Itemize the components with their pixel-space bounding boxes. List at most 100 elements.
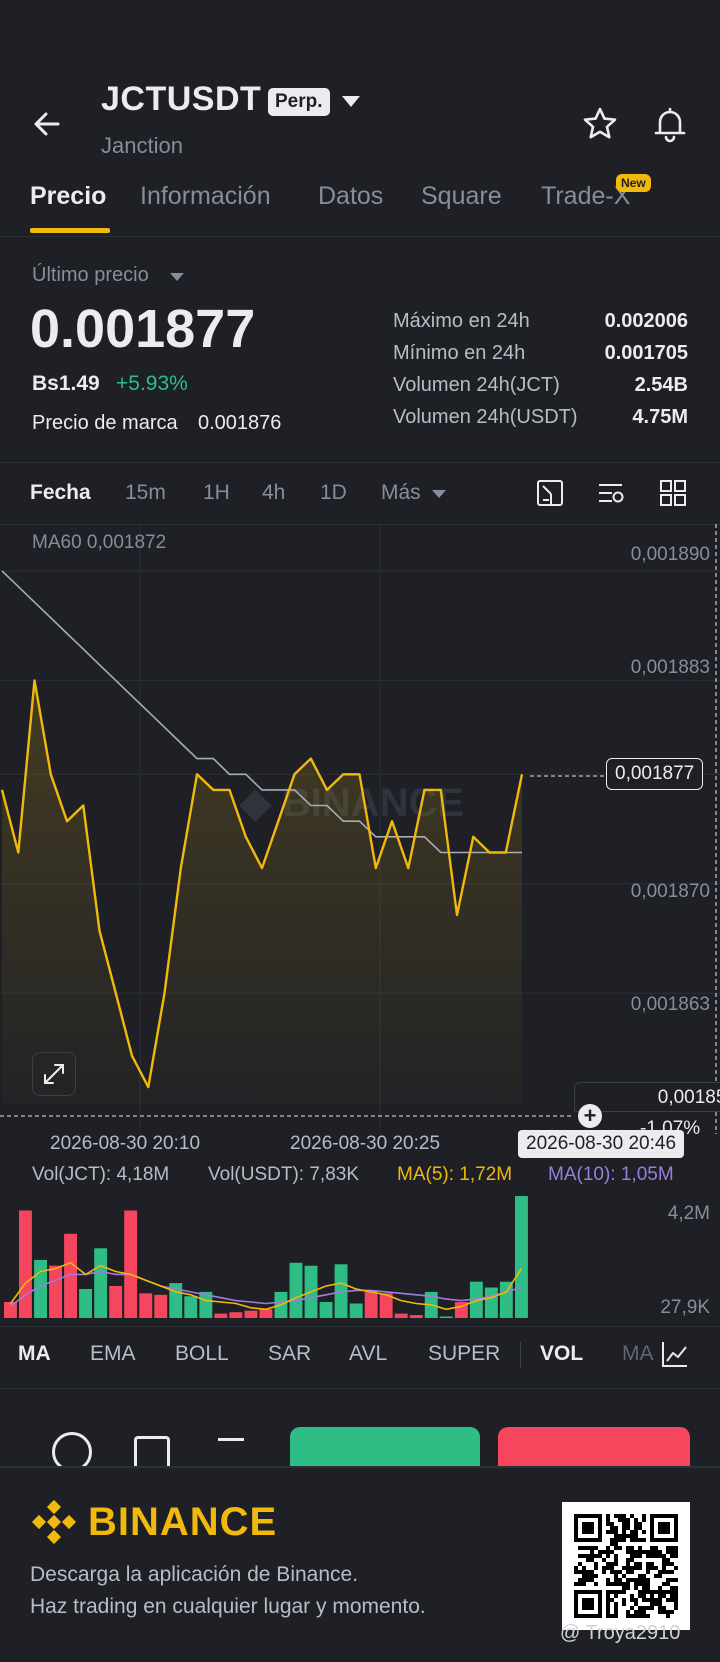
chart-compare-icon[interactable] [535,478,565,508]
indicator-boll[interactable]: BOLL [175,1342,229,1366]
indicator-sar[interactable]: SAR [268,1342,311,1366]
stat-low-label: Mínimo en 24h [393,342,526,364]
volume-bar [244,1310,258,1318]
indicator-super[interactable]: SUPER [428,1342,500,1366]
interval-1d[interactable]: 1D [320,481,347,505]
mark-price-label: Precio de marca [32,412,178,434]
indicator-ma[interactable]: MA [18,1342,51,1366]
vol-axis-min: 27,9K [660,1297,710,1318]
transfer-icon[interactable] [218,1438,244,1465]
stat-vol-base-value: 2.54B [634,374,688,396]
indicator-avl[interactable]: AVL [349,1342,387,1366]
indicator-vol[interactable]: VOL [540,1342,583,1366]
crosshair-time-tag: 2026-08-30 20:46 [518,1130,685,1158]
fullscreen-expand-icon[interactable] [32,1052,76,1096]
volume-bar [49,1265,62,1318]
volume-bar [319,1302,333,1318]
interval-15m[interactable]: 15m [125,481,166,505]
stat-high-label: Máximo en 24h [393,310,530,332]
vol-quote-legend: Vol(USDT): 7,83K [208,1164,359,1185]
volume-bar [19,1210,32,1318]
volume-chart[interactable] [0,1190,720,1322]
ma5-legend: MA(5): 1,72M [397,1164,513,1185]
contract-badge: Perp. [268,88,330,116]
volume-bar [349,1303,363,1318]
indicator-settings-icon[interactable] [596,478,626,508]
volume-bar [394,1313,408,1318]
new-badge: New [616,174,651,192]
volume-bar [124,1210,138,1318]
volume-bar [4,1302,17,1318]
sell-button[interactable] [498,1427,690,1467]
active-tab-indicator [30,228,110,233]
more-caret-icon[interactable] [432,490,446,498]
stat-low-value: 0.001705 [604,342,688,364]
stat-high-value: 0.002006 [604,310,688,332]
y-axis-label: 0,001870 [630,881,710,902]
current-price-tag: 0,001877 [606,758,704,790]
favorite-star-icon[interactable] [580,104,620,144]
divider [0,1326,720,1327]
volume-bar [259,1309,273,1318]
author-watermark: @ Troya2910 [560,1622,681,1644]
volume-bar [484,1287,498,1318]
price-chart[interactable]: ◆ BINANCE [0,524,720,1134]
ma10-legend: MA(10): 1,05M [548,1164,674,1185]
stat-vol-base-label: Volumen 24h(JCT) [393,374,560,396]
fiat-value: Bs1.49 [32,372,100,395]
volume-bar [214,1313,228,1318]
volume-bar [439,1316,453,1318]
y-axis-label: 0,001883 [630,657,710,678]
vol-axis-max: 4,2M [667,1203,710,1224]
indicator-chart-icon[interactable] [660,1339,690,1369]
pair-symbol[interactable]: JCTUSDT [101,80,261,119]
volume-bar [94,1248,108,1318]
interval-fecha[interactable]: Fecha [30,481,91,505]
pair-dropdown-caret-icon[interactable] [342,96,360,107]
alert-bell-icon[interactable] [650,104,690,144]
volume-bar [184,1296,198,1318]
stat-vol-quote-label: Volumen 24h(USDT) [393,406,578,428]
pair-name: Janction [101,133,183,158]
brand-name: BINANCE [88,1500,278,1544]
y-axis-label: 0,001890 [630,544,710,565]
indicator-ma-sub[interactable]: MA [622,1342,654,1366]
divider [0,1388,720,1389]
volume-bar [499,1281,513,1318]
volume-bar [515,1196,528,1318]
tab-precio[interactable]: Precio [30,182,106,211]
banner-line-1: Descarga la aplicación de Binance. [30,1563,359,1586]
download-qr-code [562,1502,690,1630]
last-price: 0.001877 [30,299,256,359]
add-order-plus-icon[interactable]: + [578,1104,602,1128]
volume-bar [109,1286,123,1318]
interval-1h[interactable]: 1H [203,481,230,505]
price-area [2,680,522,1104]
layout-grid-icon[interactable] [658,478,688,508]
volume-bar [154,1294,168,1318]
interval-4h[interactable]: 4h [262,481,285,505]
indicator-ema[interactable]: EMA [90,1342,136,1366]
change-percent: +5.93% [116,372,188,395]
vol-base-legend: Vol(JCT): 4,18M [32,1164,170,1185]
tab-datos[interactable]: Datos [318,182,383,211]
ma60-legend: MA60 0,001872 [32,532,167,553]
banner-line-2: Haz trading en cualquier lugar y momento… [30,1595,426,1618]
volume-bar [409,1315,423,1318]
tab-informacion[interactable]: Información [140,182,271,211]
x-axis-label: 2026-08-30 20:25 [290,1133,441,1154]
last-price-label[interactable]: Último precio [32,264,149,287]
tab-square[interactable]: Square [421,182,502,211]
binance-logo-icon [31,1499,77,1545]
x-axis-label: 2026-08-30 20:10 [50,1133,201,1154]
y-axis-label: 0,001863 [630,994,710,1015]
indicator-divider [520,1342,521,1368]
volume-bar [289,1262,303,1318]
volume-bar [364,1290,378,1318]
back-arrow-icon[interactable] [28,104,68,144]
volume-bar [139,1293,153,1318]
stat-vol-quote-value: 4.75M [632,406,688,428]
interval-more[interactable]: Más [381,481,421,505]
price-type-caret-icon[interactable] [170,273,184,281]
buy-button[interactable] [290,1427,480,1467]
